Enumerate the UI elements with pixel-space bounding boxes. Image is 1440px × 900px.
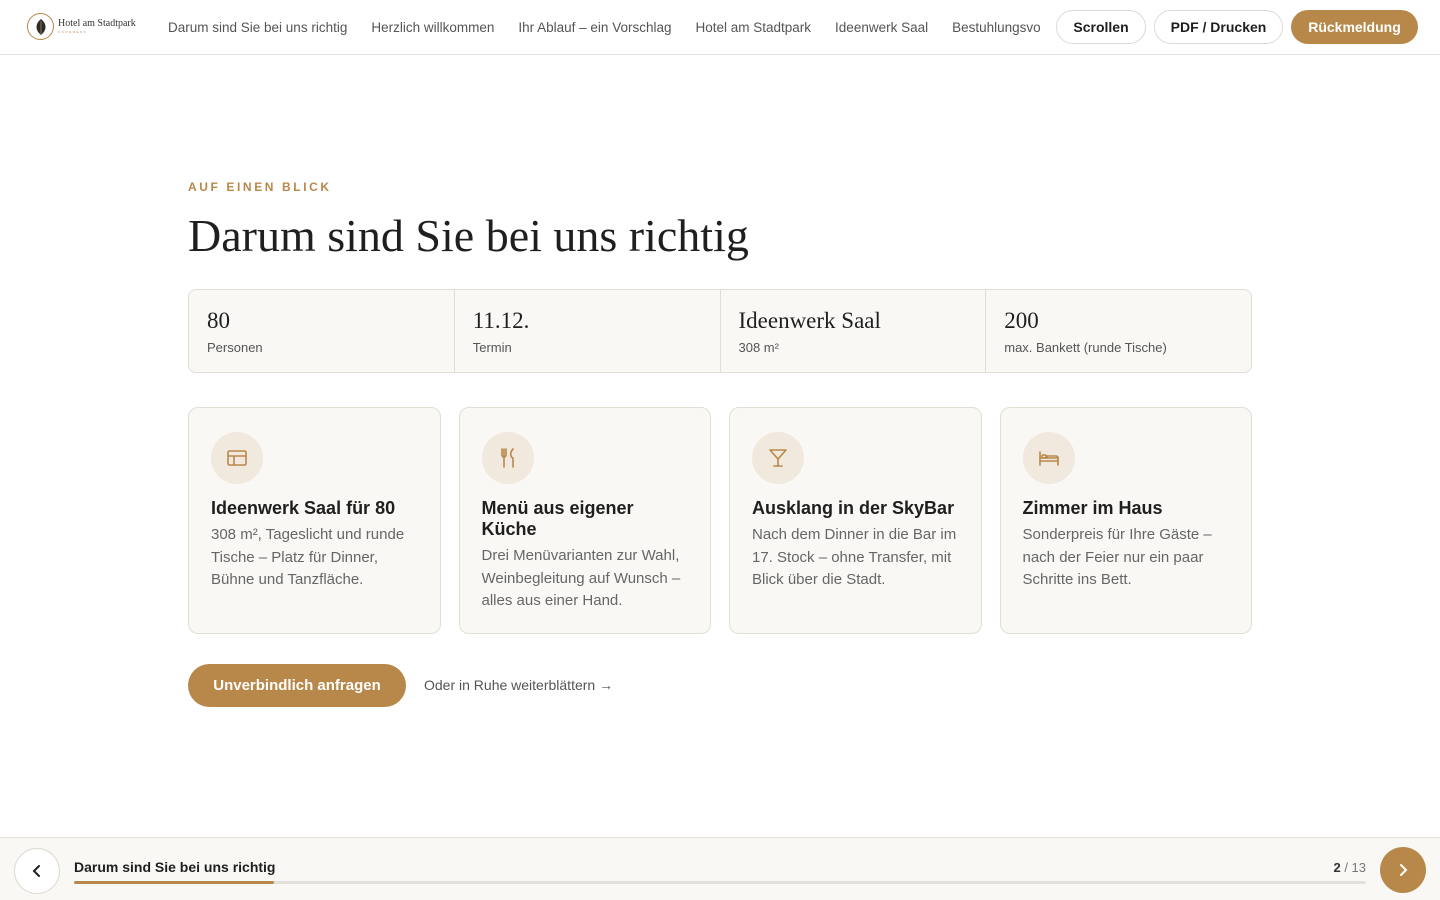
card-title: Zimmer im Haus	[1022, 498, 1163, 518]
fact-persons: 80 Personen	[189, 290, 455, 372]
logo-name: Hotel am Stadtpark	[58, 18, 136, 29]
nav-item-hotel[interactable]: Hotel am Stadtpark	[695, 20, 811, 35]
cocktail-icon	[752, 432, 804, 484]
nav-item-willkommen[interactable]: Herzlich willkommen	[371, 20, 494, 35]
card-title: Menü aus eigener Küche	[481, 498, 634, 539]
feature-card-rooms: Zimmer im Haus Sonderpreis für Ihre Gäst…	[999, 407, 1252, 634]
fact-label: max. Bankett (runde Tische)	[1004, 340, 1167, 355]
feature-card-menu: Menü aus eigener Küche Drei Menüvariante…	[458, 407, 711, 634]
fact-value: 80	[207, 308, 230, 333]
fact-value: Ideenwerk Saal	[738, 308, 881, 333]
card-text: Sonderpreis für Ihre Gäste – nach der Fe…	[1022, 526, 1212, 588]
inquiry-button[interactable]: Unverbindlich anfragen	[188, 664, 406, 707]
top-navigation-bar: Hotel am Stadtpark KONGRESS Darum sind S…	[0, 0, 1440, 55]
section-nav: Darum sind Sie bei uns richtig Herzlich …	[168, 0, 1040, 54]
bottom-pager-bar: Darum sind Sie bei uns richtig 2 / 13	[0, 837, 1440, 900]
fact-capacity: 200 max. Bankett (runde Tische)	[986, 290, 1251, 372]
page-total: / 13	[1344, 860, 1366, 875]
card-text: Drei Menüvarianten zur Wahl, Weinbegleit…	[481, 547, 681, 609]
fact-label: 308 m²	[738, 340, 779, 355]
fact-label: Personen	[207, 340, 263, 355]
fact-date: 11.12. Termin	[455, 290, 721, 372]
logo-subtitle: KONGRESS	[58, 30, 88, 34]
feature-cards: Ideenwerk Saal für 80 308 m², Tageslicht…	[188, 407, 1252, 634]
fact-value: 11.12.	[472, 308, 530, 333]
fact-value: 200	[1004, 308, 1039, 333]
page-counter: 2 / 13	[1333, 860, 1366, 875]
previous-page-button[interactable]	[14, 848, 60, 894]
fact-label: Termin	[472, 340, 512, 355]
scroll-button[interactable]: Scrollen	[1056, 10, 1146, 44]
bed-icon	[1022, 432, 1075, 484]
card-text: Nach dem Dinner in die Bar im 17. Stock …	[752, 526, 957, 588]
layout-icon	[211, 432, 263, 484]
hotel-logo[interactable]: Hotel am Stadtpark KONGRESS	[27, 13, 136, 40]
fact-room: Ideenwerk Saal 308 m²	[721, 290, 987, 372]
next-page-button[interactable]	[1380, 847, 1426, 893]
card-title: Ideenwerk Saal für 80	[211, 498, 396, 518]
feature-card-saal: Ideenwerk Saal für 80 308 m², Tageslicht…	[188, 407, 441, 634]
section-eyebrow: AUF EINEN BLICK	[188, 180, 332, 194]
current-section-title: Darum sind Sie bei uns richtig	[74, 859, 276, 875]
nav-item-ablauf[interactable]: Ihr Ablauf – ein Vorschlag	[518, 20, 671, 35]
page-current: 2	[1333, 860, 1341, 875]
pdf-print-button[interactable]: PDF / Drucken	[1154, 10, 1283, 44]
feature-card-skybar: Ausklang in der SkyBar Nach dem Dinner i…	[729, 407, 982, 634]
progress-bar	[74, 881, 1366, 884]
card-text: 308 m², Tageslicht und runde Tische – Pl…	[211, 526, 405, 588]
card-title: Ausklang in der SkyBar	[752, 498, 955, 518]
cutlery-icon	[481, 432, 534, 484]
progress-fill	[74, 881, 275, 884]
nav-item-darum[interactable]: Darum sind Sie bei uns richtig	[168, 20, 347, 35]
chevron-right-icon	[1400, 864, 1408, 876]
nav-item-bestuhlung[interactable]: Bestuhlungsvorschläge	[952, 20, 1040, 35]
key-facts-bar: 80 Personen 11.12. Termin Ideenwerk Saal…	[188, 289, 1252, 373]
chevron-left-icon	[32, 865, 40, 877]
browse-link[interactable]: Oder in Ruhe weiterblättern →	[424, 677, 613, 693]
nav-item-saal[interactable]: Ideenwerk Saal	[835, 20, 928, 35]
page-title: Darum sind Sie bei uns richtig	[188, 210, 749, 261]
leaf-logo-icon	[27, 13, 54, 40]
feedback-button[interactable]: Rückmeldung	[1291, 10, 1418, 44]
